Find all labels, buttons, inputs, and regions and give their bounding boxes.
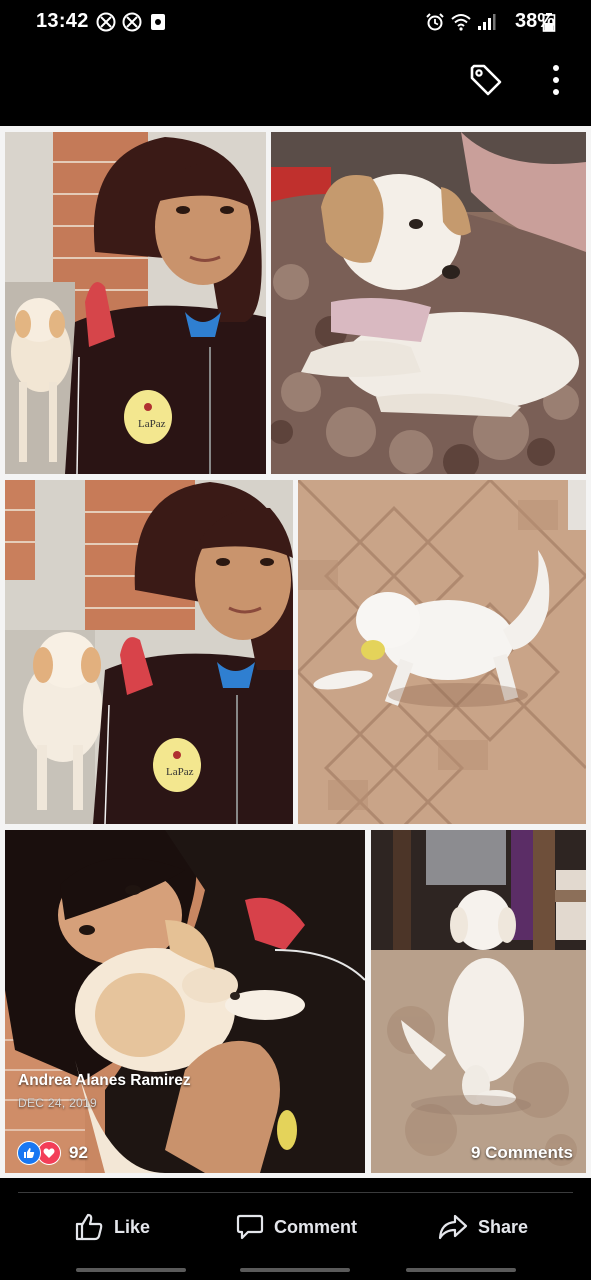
divider <box>18 1192 573 1193</box>
gesture-hint-bar <box>406 1268 516 1272</box>
comment-button[interactable]: Comment <box>236 1210 357 1244</box>
like-button[interactable]: Like <box>74 1210 150 1244</box>
wifi-icon <box>451 14 471 31</box>
signal-icon <box>478 14 496 30</box>
notification-icon <box>122 12 142 32</box>
status-bar: 13:42 38% <box>0 0 591 46</box>
post-date[interactable]: DEC 24, 2019 <box>18 1096 97 1110</box>
gesture-hint-bar <box>76 1268 186 1272</box>
like-button-label: Like <box>114 1216 151 1237</box>
photo-puppy-on-blanket[interactable] <box>271 132 586 474</box>
svg-text:LaPaz: LaPaz <box>138 418 166 430</box>
alarm-icon <box>426 13 444 31</box>
app-notification-icon <box>151 14 165 30</box>
share-icon <box>438 1214 468 1240</box>
more-options-button[interactable] <box>534 58 578 102</box>
comment-button-label: Comment <box>274 1216 358 1237</box>
photo-girl-with-puppy-wall[interactable]: LaPaz <box>5 132 266 474</box>
tag-icon <box>470 64 502 96</box>
photo-girl-with-puppy-sitting[interactable]: LaPaz <box>5 480 293 824</box>
photo-puppy-from-behind[interactable] <box>371 830 586 1173</box>
reaction-count: 92 <box>69 1143 88 1162</box>
photo-viewer-toolbar <box>0 46 591 126</box>
photo-girl-hugging-puppy[interactable] <box>5 830 365 1173</box>
more-vertical-icon <box>553 65 559 95</box>
svg-text:LaPaz: LaPaz <box>166 766 194 778</box>
comments-count-link[interactable]: 9 Comments <box>471 1143 573 1163</box>
post-author[interactable]: Andrea Alanes Ramirez <box>18 1072 191 1090</box>
battery-icon <box>542 13 556 32</box>
gesture-hint-bar <box>240 1268 350 1272</box>
share-button[interactable]: Share <box>438 1210 528 1244</box>
share-button-label: Share <box>478 1216 529 1237</box>
like-reaction-icon <box>17 1141 41 1165</box>
tag-button[interactable] <box>464 58 508 102</box>
clock: 13:42 <box>36 10 89 32</box>
reactions-summary[interactable]: 92 <box>17 1141 88 1165</box>
photo-collage: LaPaz LaPaz <box>0 126 591 1178</box>
thumbs-up-icon <box>75 1213 103 1241</box>
photo-puppy-on-tiles[interactable] <box>298 480 586 824</box>
comment-icon <box>236 1214 264 1240</box>
post-action-bar: Like Comment Share <box>0 1196 591 1260</box>
notification-icon <box>96 12 116 32</box>
